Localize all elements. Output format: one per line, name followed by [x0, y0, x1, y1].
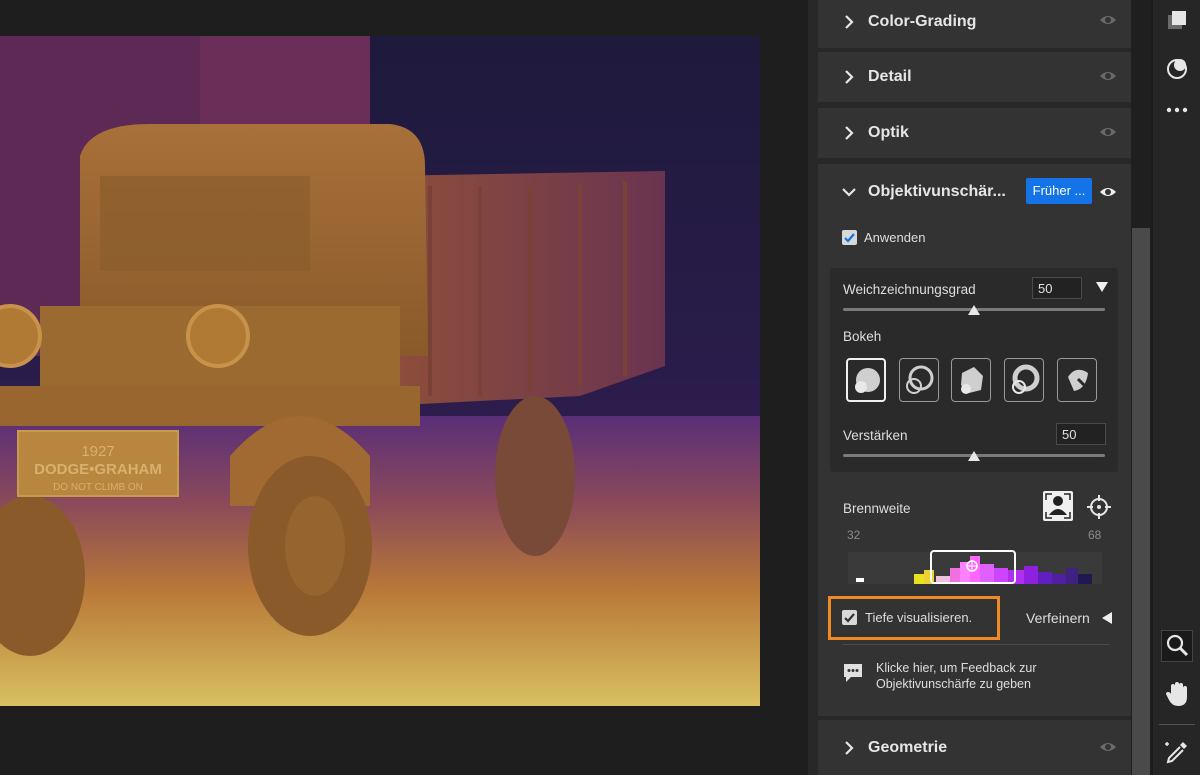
blur-amount-thumb[interactable]: [968, 305, 980, 315]
boost-thumb[interactable]: [968, 451, 980, 461]
section-color-grading[interactable]: Color-Grading: [818, 0, 1131, 48]
bokeh-circle-icon: [855, 368, 880, 393]
section-detail[interactable]: Detail: [818, 52, 1131, 102]
tool-strip: [1152, 0, 1200, 775]
checkmark-icon: [844, 233, 855, 243]
bokeh-label: Bokeh: [843, 329, 882, 344]
refine-toggle[interactable]: Verfeinern: [1026, 610, 1112, 626]
boost-input[interactable]: 50: [1056, 423, 1106, 445]
triangle-down-icon[interactable]: [1096, 282, 1108, 292]
edit-panel: Color-Grading Detail Optik Objektivunsch…: [808, 0, 1133, 775]
blur-amount-label: Weichzeichnungsgrad: [843, 282, 976, 297]
eye-icon[interactable]: [1099, 125, 1117, 139]
chevron-right-icon: [845, 70, 854, 84]
bokeh-shape-circle[interactable]: [846, 358, 886, 402]
bokeh-shape-cat-eye[interactable]: [1057, 358, 1097, 402]
chevron-down-icon: [842, 188, 856, 197]
chevron-right-icon: [845, 15, 854, 29]
eye-icon[interactable]: [1099, 69, 1117, 83]
lens-blur-panel: Anwenden Weichzeichnungsgrad 50 Bokeh Ve…: [818, 220, 1131, 716]
bokeh-blade-icon: [961, 367, 983, 394]
triangle-left-icon: [1101, 612, 1112, 624]
bokeh-cat-eye-icon: [1068, 369, 1088, 391]
plate-warning: DO NOT CLIMB ON: [53, 482, 143, 493]
bokeh-shape-blade[interactable]: [951, 358, 991, 402]
truck-depth-map: 1927 DODGE•GRAHAM DO NOT CLIMB ON: [0, 36, 760, 706]
zoom-tool[interactable]: [1161, 630, 1193, 662]
section-optik[interactable]: Optik: [818, 108, 1131, 158]
zoom-icon: [1166, 634, 1189, 657]
visualize-depth-row[interactable]: Tiefe visualisieren.: [842, 610, 972, 625]
more-icon[interactable]: [1163, 96, 1191, 124]
blur-amount-input[interactable]: 50: [1032, 277, 1082, 299]
feedback-line1: Klicke hier, um Feedback zur: [876, 661, 1037, 675]
focal-range-selector[interactable]: [930, 550, 1016, 584]
focal-max: 68: [1088, 528, 1102, 542]
checkmark-icon: [844, 613, 855, 623]
refine-label: Verfeinern: [1026, 610, 1090, 626]
feedback-icon: [844, 664, 862, 682]
visualize-depth-checkbox[interactable]: [842, 610, 857, 625]
mask-icon[interactable]: [1163, 54, 1191, 82]
bokeh-bubble-icon: [906, 365, 934, 394]
chevron-right-icon: [845, 740, 854, 755]
divider: [842, 644, 1110, 645]
tool-divider: [1159, 724, 1195, 725]
bokeh-shape-ring[interactable]: [1004, 358, 1044, 402]
panel-scrollbar-thumb[interactable]: [1132, 228, 1150, 775]
focal-range-label: Brennweite: [843, 501, 911, 516]
chevron-right-icon: [845, 126, 854, 140]
section-lens-blur[interactable]: Objektivunschär... Früher ...: [818, 164, 1131, 220]
blur-settings-box: Weichzeichnungsgrad 50 Bokeh Verstärken: [830, 268, 1118, 472]
section-title: Color-Grading: [868, 13, 977, 30]
eye-icon[interactable]: [1099, 740, 1117, 754]
bokeh-ring-icon: [1012, 364, 1040, 394]
apply-label: Anwenden: [864, 230, 926, 245]
plate-year: 1927: [81, 443, 114, 460]
apply-checkbox[interactable]: [842, 230, 857, 245]
person-focus-icon: [1045, 493, 1071, 519]
photo-depth-preview[interactable]: 1927 DODGE•GRAHAM DO NOT CLIMB ON: [0, 36, 760, 706]
eye-icon[interactable]: [1099, 185, 1117, 199]
plate-name: DODGE•GRAHAM: [34, 461, 162, 478]
section-geometrie[interactable]: Geometrie: [818, 720, 1131, 775]
image-canvas[interactable]: 1927 DODGE•GRAHAM DO NOT CLIMB ON: [0, 0, 808, 775]
section-title: Objektivunschär...: [868, 183, 1006, 200]
hand-icon[interactable]: [1163, 680, 1191, 708]
section-title: Geometrie: [868, 738, 948, 756]
feedback-link[interactable]: Klicke hier, um Feedback zur Objektivuns…: [842, 660, 1112, 696]
apply-row[interactable]: Anwenden: [842, 230, 925, 245]
focus-point-icon[interactable]: [966, 560, 978, 572]
preset-button[interactable]: Früher ...: [1026, 178, 1092, 204]
section-title: Optik: [868, 124, 909, 141]
visualize-depth-label: Tiefe visualisieren.: [865, 610, 973, 625]
eyedropper-icon[interactable]: [1163, 738, 1191, 766]
feedback-line2: Objektivunschärfe zu geben: [876, 677, 1031, 691]
focal-min: 32: [847, 528, 861, 542]
bokeh-shape-bubble[interactable]: [899, 358, 939, 402]
boost-label: Verstärken: [843, 428, 908, 443]
eye-icon[interactable]: [1099, 13, 1117, 27]
layers-icon[interactable]: [1163, 6, 1191, 34]
section-title: Detail: [868, 68, 912, 85]
target-focus-icon[interactable]: [1086, 494, 1112, 520]
subject-focus-button[interactable]: [1043, 491, 1073, 521]
